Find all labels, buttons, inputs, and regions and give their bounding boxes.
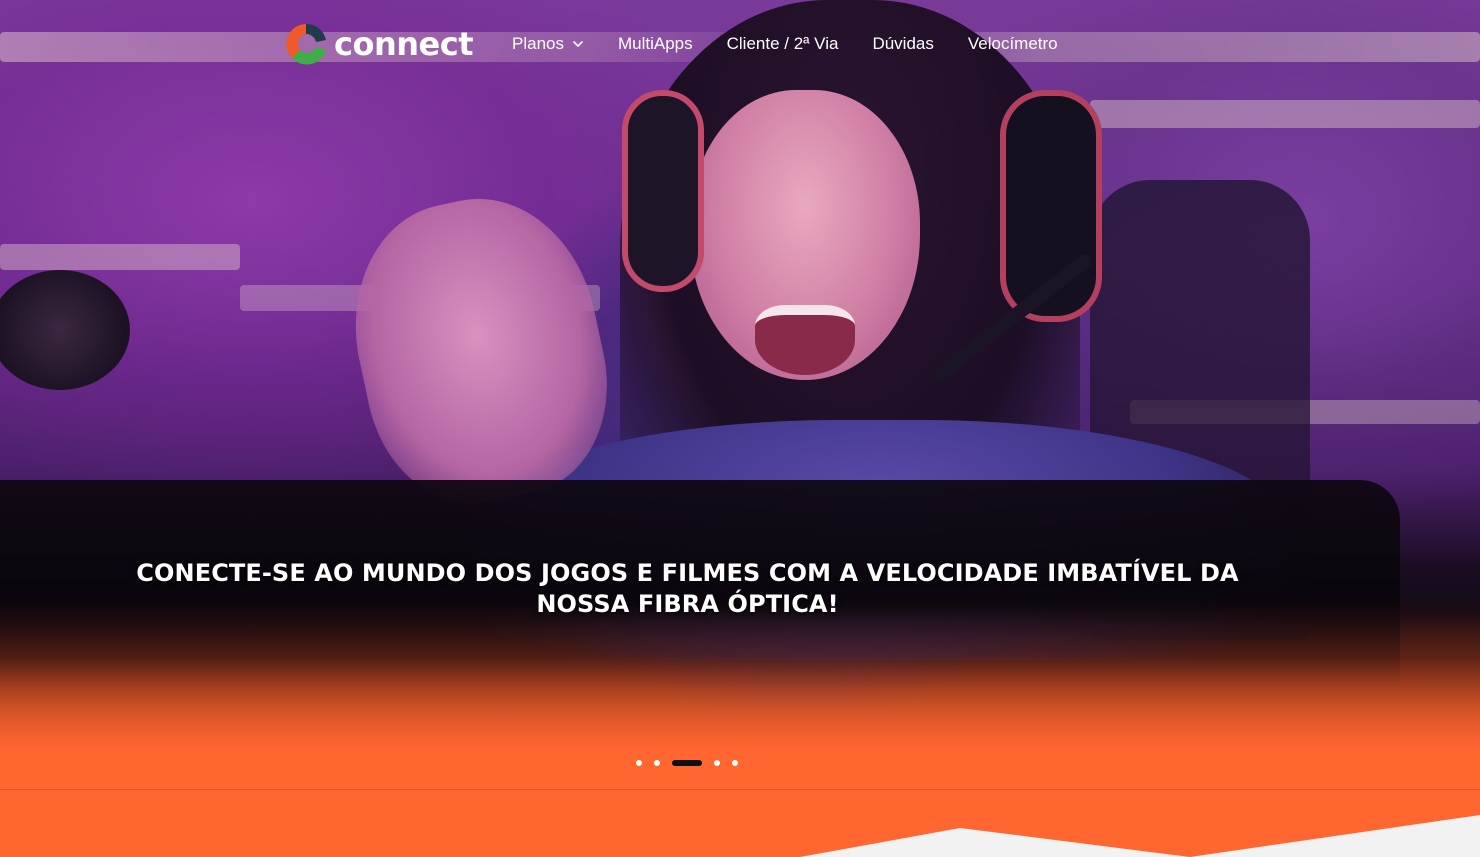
hero-bottom-gradient [0, 600, 1480, 790]
background-light-stripe [0, 244, 240, 270]
chevron-down-icon [573, 41, 583, 47]
logo-wordmark: connect [334, 25, 473, 63]
slider-dot-3-active[interactable] [672, 760, 702, 766]
nav-item-label: MultiApps [617, 34, 693, 53]
nav-item-label: Dúvidas [872, 34, 934, 53]
nav-item-multiapps[interactable]: MultiApps [618, 32, 693, 56]
section-wave-decoration [800, 815, 1480, 857]
nav-item-cliente-2a-via[interactable]: Cliente / 2ª Via [727, 32, 839, 56]
slider-dot-4[interactable] [714, 760, 720, 766]
nav-item-velocimetro[interactable]: Velocímetro [968, 32, 1058, 56]
slider-dot-2[interactable] [654, 760, 660, 766]
headphone-left-icon [622, 90, 704, 292]
hero-banner [0, 0, 1480, 790]
nav-item-planos[interactable]: Planos [512, 32, 584, 56]
site-logo[interactable]: connect [282, 20, 473, 68]
page: connect Planos MultiApps Cliente / 2ª Vi… [0, 0, 1480, 857]
slider-dot-1[interactable] [636, 760, 642, 766]
background-light-stripe [1090, 100, 1480, 128]
webcam-image [0, 270, 130, 390]
slider-pagination [636, 760, 738, 766]
hero-headline: CONECTE-SE AO MUNDO DOS JOGOS E FILMES C… [136, 559, 1239, 618]
nav-item-label: Velocímetro [967, 34, 1058, 53]
site-header: connect Planos MultiApps Cliente / 2ª Vi… [0, 0, 1480, 90]
slider-dot-5[interactable] [732, 760, 738, 766]
nav-item-label: Planos [512, 34, 564, 53]
nav-item-label: Cliente / 2ª Via [726, 34, 839, 53]
hero-person-smile [755, 305, 855, 375]
main-nav: Planos MultiApps Cliente / 2ª Via Dúvida… [512, 32, 1092, 56]
connect-logo-icon [286, 23, 326, 65]
nav-item-duvidas[interactable]: Dúvidas [872, 32, 933, 56]
